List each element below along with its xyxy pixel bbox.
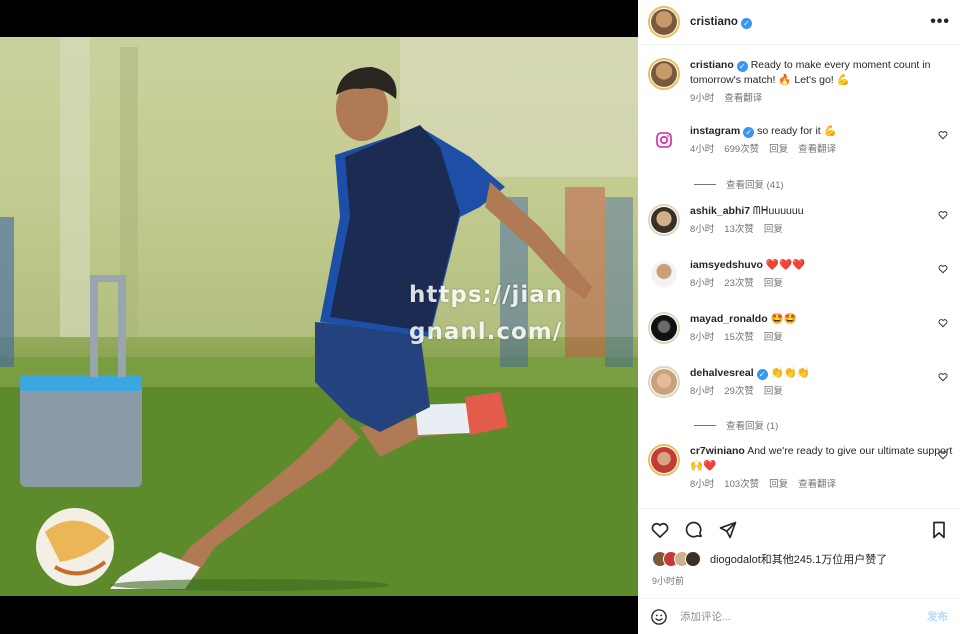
comment-likes[interactable]: 15次赞 — [724, 332, 754, 343]
send-icon — [719, 521, 737, 538]
more-options-icon[interactable]: ••• — [930, 13, 950, 31]
comments-list: cristiano ✓ Ready to make every moment co… — [638, 46, 960, 508]
avatar[interactable] — [648, 6, 680, 38]
avatar[interactable] — [648, 58, 680, 90]
comment-username[interactable]: dehalvesreal — [690, 367, 754, 379]
comment-username[interactable]: instagram — [690, 125, 740, 137]
comment-likes[interactable]: 29次赞 — [724, 386, 754, 397]
liker-avatars[interactable] — [652, 551, 701, 567]
like-comment-heart-icon[interactable] — [938, 318, 948, 328]
post-timestamp: 9小时前 — [652, 576, 685, 586]
instagram-logo-icon — [656, 132, 672, 148]
header-username[interactable]: cristiano — [690, 16, 738, 28]
post-comment-button[interactable]: 发布 — [927, 609, 948, 624]
comment-text: ᗰᕼuuuuuu — [753, 205, 804, 217]
reply-button[interactable]: 回复 — [769, 479, 788, 490]
reply-button[interactable]: 回复 — [764, 224, 783, 235]
avatar[interactable] — [648, 204, 680, 236]
comment-text: so ready for it 💪 — [757, 125, 837, 137]
comment-time: 8小时 — [690, 224, 715, 235]
post-photo[interactable]: https://jiangnanl.com/ — [0, 37, 638, 596]
replies-line — [694, 424, 716, 426]
translate-link[interactable]: 查看翻译 — [724, 93, 762, 104]
comment-likes[interactable]: 23次赞 — [724, 278, 754, 289]
post-header: cristiano ✓ ••• — [638, 0, 960, 45]
view-replies-label: 查看回复 (41) — [726, 180, 784, 191]
reply-button[interactable]: 回复 — [764, 278, 783, 289]
bookmark-icon — [933, 521, 945, 538]
save-button[interactable] — [930, 520, 948, 540]
list-item: ashik_abhi7 ᗰᕼuuuuuu 8小时 13次赞 回复 — [648, 204, 954, 237]
list-item: iamsyedshuvo ❤️❤️❤️ 8小时 23次赞 回复 — [648, 258, 954, 291]
translate-link[interactable]: 查看翻译 — [798, 479, 836, 490]
comment-username[interactable]: ashik_abhi7 — [690, 205, 750, 217]
like-comment-heart-icon[interactable] — [938, 372, 948, 382]
comment-button[interactable] — [684, 520, 704, 540]
comment-likes[interactable]: 13次赞 — [724, 224, 754, 235]
share-button[interactable] — [718, 520, 738, 540]
translate-link[interactable]: 查看翻译 — [798, 144, 836, 155]
avatar[interactable] — [648, 124, 680, 156]
reply-button[interactable]: 回复 — [764, 386, 783, 397]
reply-button[interactable]: 回复 — [769, 144, 788, 155]
like-comment-heart-icon[interactable] — [938, 210, 948, 220]
comment-username[interactable]: cr7winiano — [690, 445, 745, 457]
avatar[interactable] — [648, 258, 680, 290]
post-sidebar: cristiano ✓ ••• cristiano ✓ Ready to make … — [638, 0, 960, 634]
header-user: cristiano ✓ — [690, 16, 752, 29]
comment-input[interactable] — [680, 610, 927, 623]
avatar — [685, 551, 701, 567]
comment-likes[interactable]: 103次赞 — [724, 479, 759, 490]
comment-time: 8小时 — [690, 278, 715, 289]
avatar[interactable] — [648, 366, 680, 398]
like-comment-heart-icon[interactable] — [938, 450, 948, 460]
likes-summary: diogodalot和其他245.1万位用户赞了 — [652, 551, 887, 567]
comment-time: 8小时 — [690, 386, 715, 397]
view-replies-button[interactable]: 查看回复 (1) — [694, 418, 778, 432]
comment-icon — [685, 521, 702, 537]
like-button[interactable] — [650, 520, 670, 540]
comment-likes[interactable]: 699次赞 — [724, 144, 759, 155]
list-item: dehalvesreal ✓ 👏👏👏 8小时 29次赞 回复 — [648, 366, 954, 399]
comment-time: 8小时 — [690, 479, 715, 490]
post-media: https://jiangnanl.com/ — [0, 0, 638, 634]
comment-time: 8小时 — [690, 332, 715, 343]
likes-text[interactable]: diogodalot和其他245.1万位用户赞了 — [710, 551, 887, 567]
caption-username[interactable]: cristiano — [690, 59, 734, 71]
replies-line — [694, 183, 716, 185]
like-comment-heart-icon[interactable] — [938, 264, 948, 274]
view-replies-label: 查看回复 (1) — [726, 421, 779, 432]
comment-username[interactable]: iamsyedshuvo — [690, 259, 763, 271]
emoji-icon[interactable] — [650, 608, 668, 626]
post-actions — [638, 508, 960, 550]
post-viewer: https://jiangnanl.com/ cristiano ✓ ••• c… — [0, 0, 960, 634]
verified-badge-icon: ✓ — [736, 61, 748, 72]
list-item: cr7winiano And we're ready to give our u… — [648, 444, 954, 492]
heart-icon — [651, 522, 669, 538]
comment-text: 👏👏👏 — [770, 367, 810, 379]
view-replies-button[interactable]: 查看回复 (41) — [694, 177, 784, 191]
watermark-text: https://jiangnanl.com/ — [409, 282, 564, 345]
comment-text: 🤩🤩 — [770, 313, 797, 325]
add-comment-bar: 发布 — [638, 598, 960, 634]
comment-time: 4小时 — [690, 144, 715, 155]
list-item: instagram ✓ so ready for it 💪 4小时 699次赞 回复查… — [648, 124, 954, 157]
like-comment-heart-icon[interactable] — [938, 130, 948, 140]
avatar[interactable] — [648, 444, 680, 476]
caption: cristiano ✓ Ready to make every moment co… — [648, 58, 954, 106]
verified-badge-icon: ✓ — [740, 17, 752, 29]
comment-text: ❤️❤️❤️ — [765, 259, 806, 271]
verified-badge-icon: ✓ — [743, 127, 755, 138]
list-item: mayad_ronaldo 🤩🤩 8小时 15次赞 回复 — [648, 312, 954, 345]
avatar[interactable] — [648, 312, 680, 344]
caption-time: 9小时 — [690, 93, 715, 104]
comment-username[interactable]: mayad_ronaldo — [690, 313, 768, 325]
reply-button[interactable]: 回复 — [764, 332, 783, 343]
verified-badge-icon: ✓ — [756, 369, 768, 380]
